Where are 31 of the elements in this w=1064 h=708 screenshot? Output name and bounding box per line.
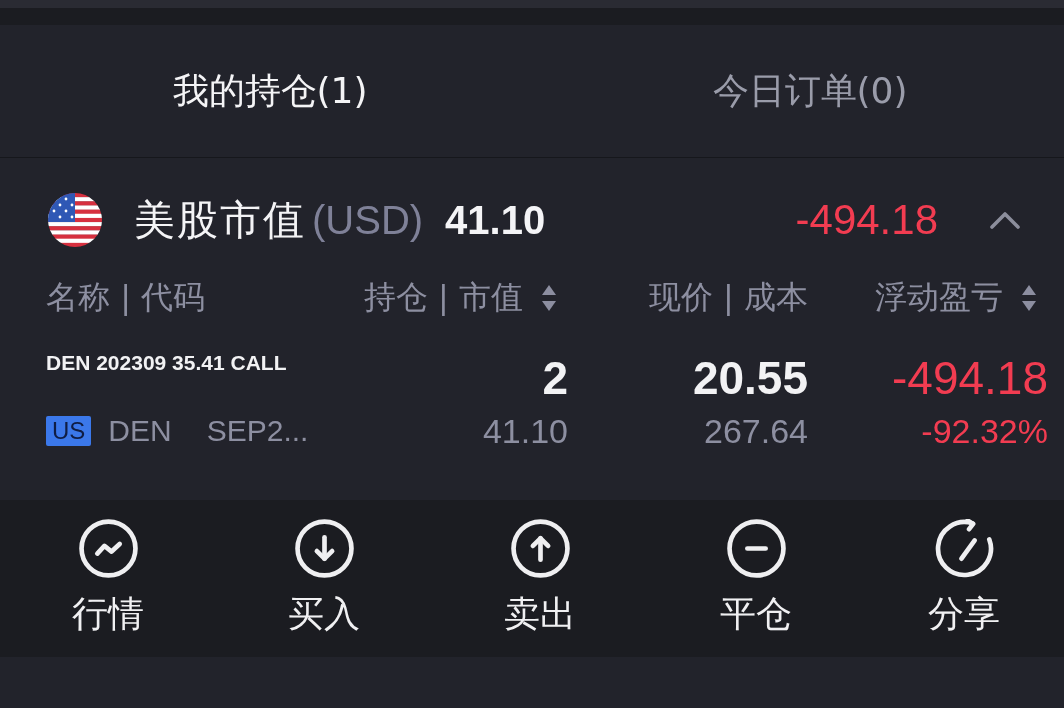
us-flag-icon <box>48 193 102 247</box>
position-value: 41.10 <box>482 411 568 451</box>
column-header[interactable]: 持仓 | 市值 <box>363 278 568 318</box>
column-header: 现价 | 成本 <box>648 278 808 318</box>
market-tag: US <box>46 416 92 446</box>
arrow-down-circle-icon <box>294 519 354 578</box>
action-button[interactable]: 分享 <box>928 519 1000 634</box>
expiry-label: SEP2... <box>206 413 309 449</box>
cost-price: 267.64 <box>704 411 808 451</box>
action-button[interactable]: 买入 <box>288 519 360 634</box>
option-name: DEN 202309 35.41 CALL <box>46 350 287 376</box>
action-button[interactable]: 行情 <box>72 519 144 634</box>
column-header: 名称 | 代码 <box>46 278 206 318</box>
currency-label: (USD) <box>312 197 424 244</box>
pnl-amount: -494.18 <box>892 353 1048 403</box>
ticker-symbol: DEN <box>108 413 172 449</box>
section-title: 美股市值 <box>134 195 306 245</box>
action-button[interactable]: 平仓 <box>720 519 792 634</box>
current-price: 20.55 <box>692 353 808 403</box>
tab[interactable]: 我的持仓(1) <box>164 65 376 117</box>
profit-loss-value: -494.18 <box>795 195 938 245</box>
position-quantity: 2 <box>542 353 568 403</box>
minus-circle-icon <box>726 519 786 578</box>
circular-arrow-icon <box>934 519 994 578</box>
column-header[interactable]: 浮动盈亏 <box>875 278 1048 318</box>
action-button[interactable]: 卖出 <box>504 519 576 634</box>
pnl-percent: -92.32% <box>921 411 1048 451</box>
market-value: 41.10 <box>445 197 546 244</box>
chevron-up-icon[interactable] <box>990 211 1020 229</box>
tab[interactable]: 今日订单(0) <box>704 65 916 117</box>
arrow-up-circle-icon <box>510 519 570 578</box>
